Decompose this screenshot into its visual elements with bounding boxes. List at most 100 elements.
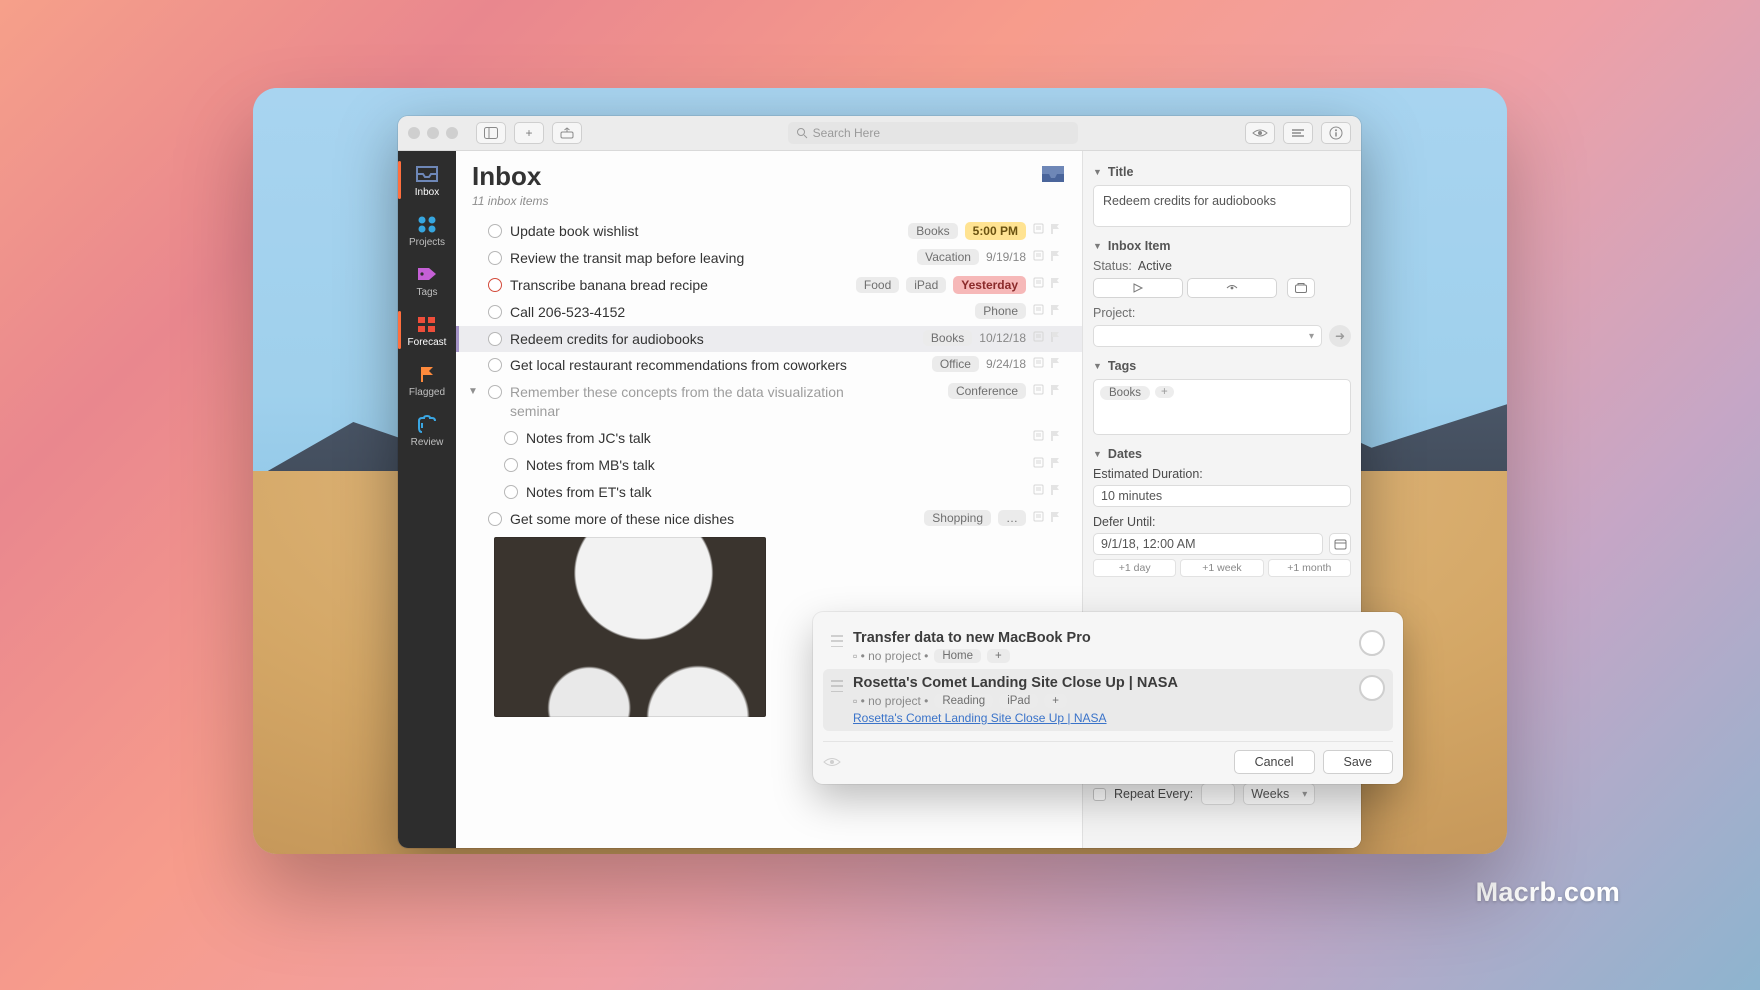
task-status-circle[interactable]	[488, 278, 502, 292]
quick-plus-week[interactable]: +1 week	[1180, 559, 1263, 577]
task-status-circle[interactable]	[488, 512, 502, 526]
task-row[interactable]: Notes from JC's talk	[456, 425, 1082, 452]
quick-entry-item[interactable]: Rosetta's Comet Landing Site Close Up | …	[823, 669, 1393, 731]
flag-icon[interactable]	[1049, 330, 1062, 343]
sidebar-item-forecast[interactable]: Forecast	[398, 305, 456, 355]
task-row[interactable]: Redeem credits for audiobooksBooks10/12/…	[456, 326, 1082, 353]
task-status-circle[interactable]	[488, 358, 502, 372]
task-row[interactable]: Transcribe banana bread recipeFoodiPadYe…	[456, 272, 1082, 299]
task-row[interactable]: Notes from ET's talk	[456, 479, 1082, 506]
task-tag[interactable]: …	[998, 510, 1026, 526]
quick-entry-add-tag[interactable]: +	[1044, 694, 1067, 708]
task-tag[interactable]: Books	[908, 223, 957, 239]
task-tag[interactable]: Conference	[948, 383, 1026, 399]
tag-add-button[interactable]: +	[1155, 386, 1174, 398]
quick-entry-add-tag[interactable]: +	[987, 649, 1010, 663]
quick-entry-tag[interactable]: Reading	[934, 694, 993, 708]
drag-handle-icon[interactable]	[831, 680, 843, 692]
task-meta: Phone	[856, 303, 1026, 319]
task-status-circle[interactable]	[488, 251, 502, 265]
toolbar-layout-button[interactable]	[1283, 122, 1313, 144]
flag-icon[interactable]	[1049, 356, 1062, 369]
task-tag[interactable]: Food	[856, 277, 899, 293]
cancel-button[interactable]: Cancel	[1234, 750, 1315, 774]
popover-preview-icon[interactable]	[823, 756, 841, 768]
quick-entry-link[interactable]: Rosetta's Comet Landing Site Close Up | …	[853, 711, 1178, 725]
sidebar-item-tags[interactable]: Tags	[398, 255, 456, 305]
section-dates-header[interactable]: ▼Dates	[1093, 447, 1351, 461]
toolbar-view-button[interactable]	[1245, 122, 1275, 144]
status-seg-play-icon[interactable]	[1093, 278, 1183, 298]
disclosure-toggle[interactable]: ▼	[464, 383, 482, 397]
quick-entry-tag[interactable]: iPad	[999, 694, 1038, 708]
toolbar-sidebar-toggle[interactable]	[476, 122, 506, 144]
status-seg-drop-icon[interactable]	[1287, 278, 1315, 298]
task-tag[interactable]: Books	[923, 330, 972, 346]
toolbar-cleanup-button[interactable]	[552, 122, 582, 144]
repeat-unit-select[interactable]: Weeks	[1243, 783, 1315, 805]
task-status-circle[interactable]	[504, 431, 518, 445]
section-tags-header[interactable]: ▼Tags	[1093, 359, 1351, 373]
task-tag[interactable]: iPad	[906, 277, 946, 293]
flag-icon[interactable]	[1049, 222, 1062, 235]
flag-icon[interactable]	[1049, 510, 1062, 523]
flag-icon[interactable]	[1049, 429, 1062, 442]
flag-icon[interactable]	[1049, 249, 1062, 262]
window-traffic-lights[interactable]	[408, 127, 458, 139]
quick-plus-day[interactable]: +1 day	[1093, 559, 1176, 577]
task-row[interactable]: ▼Remember these concepts from the data v…	[456, 379, 1082, 425]
task-row[interactable]: Get local restaurant recommendations fro…	[456, 352, 1082, 379]
repeat-every-checkbox[interactable]	[1093, 788, 1106, 801]
quick-plus-month[interactable]: +1 month	[1268, 559, 1351, 577]
title-field[interactable]: Redeem credits for audiobooks	[1093, 185, 1351, 227]
quick-entry-title[interactable]: Rosetta's Comet Landing Site Close Up | …	[853, 675, 1178, 691]
sidebar-item-flagged[interactable]: Flagged	[398, 355, 456, 405]
quick-entry-item[interactable]: Transfer data to new MacBook Pro▫ • no p…	[823, 624, 1393, 669]
task-row[interactable]: Review the transit map before leavingVac…	[456, 245, 1082, 272]
status-segment[interactable]	[1093, 278, 1351, 298]
task-row[interactable]: Get some more of these nice dishesShoppi…	[456, 506, 1082, 533]
flag-icon[interactable]	[1049, 303, 1062, 316]
save-button[interactable]: Save	[1323, 750, 1394, 774]
task-tag[interactable]: Shopping	[924, 510, 991, 526]
quick-entry-tag[interactable]: Home	[934, 649, 981, 663]
task-tag[interactable]: Phone	[975, 303, 1026, 319]
quick-entry-status-circle[interactable]	[1359, 630, 1385, 656]
project-select[interactable]	[1093, 325, 1322, 347]
task-row[interactable]: Call 206-523-4152Phone	[456, 299, 1082, 326]
est-duration-field[interactable]: 10 minutes	[1093, 485, 1351, 507]
task-status-circle[interactable]	[504, 458, 518, 472]
section-title-header[interactable]: ▼Title	[1093, 165, 1351, 179]
repeat-count-field[interactable]	[1201, 783, 1235, 805]
sidebar-item-inbox[interactable]: Inbox	[398, 155, 456, 205]
task-row[interactable]: Update book wishlistBooks5:00 PM	[456, 218, 1082, 245]
task-status-circle[interactable]	[488, 224, 502, 238]
tags-field[interactable]: Books +	[1093, 379, 1351, 435]
task-row[interactable]: Notes from MB's talk	[456, 452, 1082, 479]
sidebar-item-review[interactable]: Review	[398, 405, 456, 455]
toolbar-new-button[interactable]: +	[514, 122, 544, 144]
status-seg-hold-icon[interactable]	[1187, 278, 1277, 298]
tag-chip[interactable]: Books	[1100, 386, 1150, 400]
flag-icon[interactable]	[1049, 483, 1062, 496]
drag-handle-icon[interactable]	[831, 635, 843, 647]
task-status-circle[interactable]	[488, 332, 502, 346]
toolbar-search[interactable]: Search Here	[788, 122, 1078, 144]
task-status-circle[interactable]	[488, 305, 502, 319]
quick-entry-title[interactable]: Transfer data to new MacBook Pro	[853, 630, 1091, 646]
flag-icon[interactable]	[1049, 276, 1062, 289]
project-goto-button[interactable]: ➜	[1329, 325, 1351, 347]
task-status-circle[interactable]	[504, 485, 518, 499]
task-tag[interactable]: Vacation	[917, 249, 979, 265]
sidebar-item-projects[interactable]: Projects	[398, 205, 456, 255]
section-inbox-item-header[interactable]: ▼Inbox Item	[1093, 239, 1351, 253]
flag-icon[interactable]	[1049, 456, 1062, 469]
toolbar-inspector-button[interactable]	[1321, 122, 1351, 144]
flag-icon[interactable]	[1049, 383, 1062, 396]
quick-entry-status-circle[interactable]	[1359, 675, 1385, 701]
task-attachment-image[interactable]	[494, 537, 766, 717]
task-tag[interactable]: Office	[932, 356, 979, 372]
defer-until-field[interactable]: 9/1/18, 12:00 AM	[1093, 533, 1323, 555]
task-status-circle[interactable]	[488, 385, 502, 399]
calendar-button[interactable]	[1329, 533, 1351, 555]
